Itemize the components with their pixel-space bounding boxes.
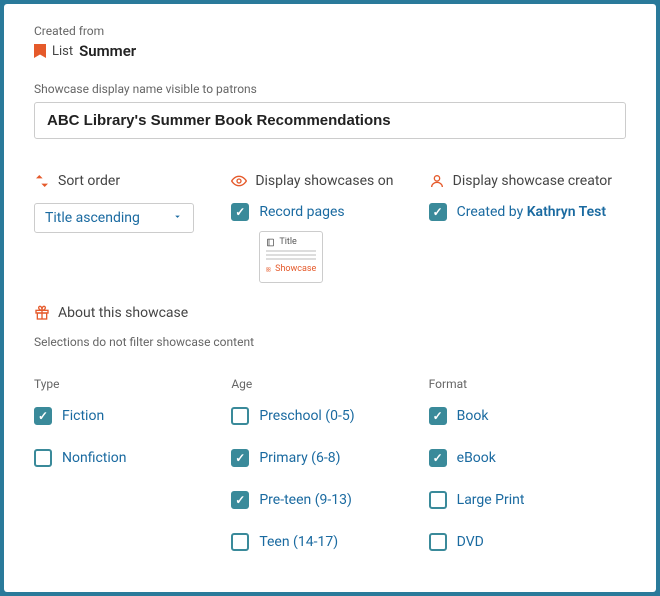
eye-icon [231, 173, 247, 189]
about-section: About this showcase Selections do not fi… [34, 305, 626, 349]
format-header: Format [429, 377, 626, 391]
dvd-checkbox[interactable] [429, 533, 447, 551]
showcase-form-card: Created from List Summer Showcase displa… [4, 4, 656, 592]
list-prefix: List [52, 44, 73, 59]
chevron-down-icon [172, 210, 183, 226]
nonfiction-checkbox[interactable] [34, 449, 52, 467]
record-page-preview: Title Showcase [259, 231, 323, 283]
preteen-checkbox[interactable] [231, 491, 249, 509]
age-header: Age [231, 377, 428, 391]
type-header: Type [34, 377, 231, 391]
largeprint-label[interactable]: Large Print [457, 492, 525, 508]
age-column: Age Preschool (0-5) Primary (6-8) Pre-te… [231, 377, 428, 575]
primary-label[interactable]: Primary (6-8) [259, 450, 340, 466]
nonfiction-label[interactable]: Nonfiction [62, 450, 127, 466]
preteen-label[interactable]: Pre-teen (9-13) [259, 492, 352, 508]
ebook-label[interactable]: eBook [457, 450, 496, 466]
primary-checkbox[interactable] [231, 449, 249, 467]
preschool-label[interactable]: Preschool (0-5) [259, 408, 354, 424]
person-icon [429, 173, 445, 189]
fiction-checkbox[interactable] [34, 407, 52, 425]
grid-icon [266, 265, 271, 274]
creator-label[interactable]: Created by Kathryn Test [457, 204, 606, 220]
largeprint-checkbox[interactable] [429, 491, 447, 509]
creator-col: Display showcase creator Created by Kath… [429, 173, 626, 283]
sort-order-select[interactable]: Title ascending [34, 203, 194, 233]
gift-icon [34, 305, 50, 321]
display-on-col: Display showcases on Record pages Title … [231, 173, 428, 283]
record-pages-label[interactable]: Record pages [259, 204, 344, 220]
creator-title: Display showcase creator [429, 173, 626, 189]
book-icon [266, 238, 275, 247]
record-pages-checkbox[interactable] [231, 203, 249, 221]
about-note: Selections do not filter showcase conten… [34, 335, 626, 349]
fiction-label[interactable]: Fiction [62, 408, 104, 424]
bookmark-icon [34, 44, 46, 58]
sort-order-value: Title ascending [45, 210, 140, 226]
list-name: Summer [79, 42, 136, 60]
sort-order-col: Sort order Title ascending [34, 173, 231, 283]
created-from-label: Created from [34, 24, 626, 38]
dvd-label[interactable]: DVD [457, 534, 484, 550]
creator-checkbox[interactable] [429, 203, 447, 221]
display-name-label: Showcase display name visible to patrons [34, 82, 626, 96]
sort-order-title: Sort order [34, 173, 231, 189]
teen-checkbox[interactable] [231, 533, 249, 551]
format-column: Format Book eBook Large Print DVD [429, 377, 626, 575]
book-checkbox[interactable] [429, 407, 447, 425]
type-column: Type Fiction Nonfiction [34, 377, 231, 575]
teen-label[interactable]: Teen (14-17) [259, 534, 338, 550]
sort-icon [34, 173, 50, 189]
about-title: About this showcase [34, 305, 626, 321]
display-name-input[interactable] [34, 102, 626, 139]
book-label[interactable]: Book [457, 408, 489, 424]
ebook-checkbox[interactable] [429, 449, 447, 467]
source-list-row: List Summer [34, 42, 626, 60]
display-on-title: Display showcases on [231, 173, 428, 189]
preschool-checkbox[interactable] [231, 407, 249, 425]
